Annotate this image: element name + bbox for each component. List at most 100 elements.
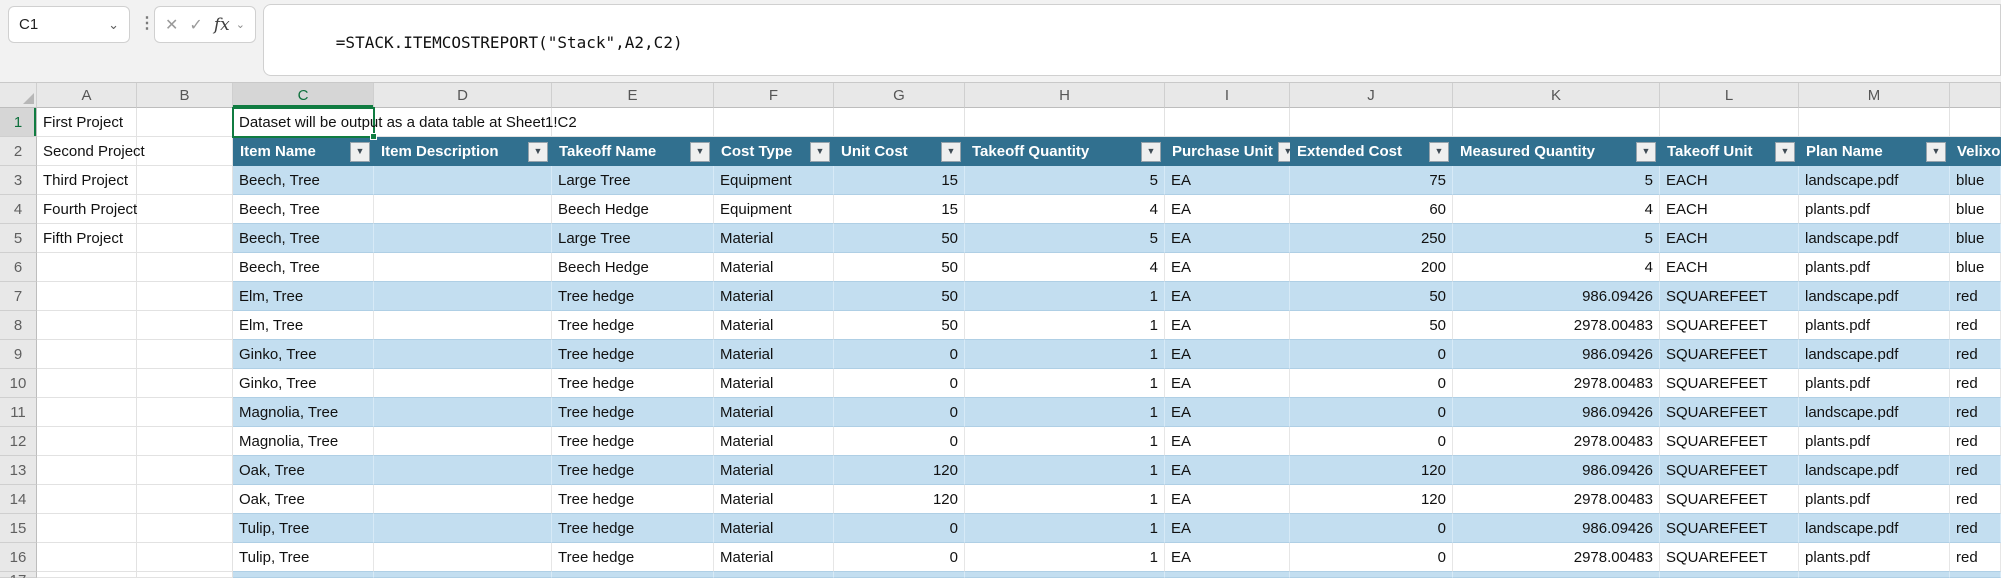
table-cell[interactable]: Ginko, Tree	[233, 369, 374, 398]
table-cell[interactable]: landscape.pdf	[1799, 398, 1950, 427]
table-cell[interactable]: EACH	[1660, 166, 1799, 195]
row-header-11[interactable]: 11	[0, 398, 37, 427]
column-header-I[interactable]: I	[1165, 83, 1290, 108]
table-cell[interactable]: 2978.00483	[1453, 311, 1660, 340]
table-cell[interactable]	[374, 166, 552, 195]
table-cell[interactable]: landscape.pdf	[1799, 224, 1950, 253]
formula-input[interactable]: =STACK.ITEMCOSTREPORT("Stack",A2,C2)	[263, 4, 2001, 76]
table-header-item-description[interactable]: Item Description▼	[374, 137, 552, 166]
table-cell[interactable]: 5	[1453, 224, 1660, 253]
cell-a9[interactable]	[37, 340, 137, 369]
table-cell[interactable]	[1453, 572, 1660, 578]
table-cell[interactable]: landscape.pdf	[1799, 514, 1950, 543]
table-cell[interactable]: landscape.pdf	[1799, 456, 1950, 485]
table-cell[interactable]: plants.pdf	[1799, 311, 1950, 340]
column-header-E[interactable]: E	[552, 83, 714, 108]
cell-a14[interactable]	[37, 485, 137, 514]
table-cell[interactable]	[552, 572, 714, 578]
table-cell[interactable]: SQUAREFEET	[1660, 282, 1799, 311]
row-header-5[interactable]: 5	[0, 224, 37, 253]
table-cell[interactable]	[374, 369, 552, 398]
filter-button[interactable]: ▼	[1429, 142, 1449, 162]
column-header-A[interactable]: A	[37, 83, 137, 108]
table-cell[interactable]: 0	[834, 543, 965, 572]
table-cell[interactable]	[1799, 572, 1950, 578]
table-cell[interactable]: EA	[1165, 340, 1290, 369]
fill-handle[interactable]	[370, 133, 377, 140]
table-cell[interactable]: blue	[1950, 253, 2001, 282]
row-header-7[interactable]: 7	[0, 282, 37, 311]
table-cell[interactable]: 120	[1290, 485, 1453, 514]
table-cell[interactable]	[374, 253, 552, 282]
table-cell[interactable]: Material	[714, 282, 834, 311]
cell-a8[interactable]	[37, 311, 137, 340]
table-cell[interactable]: 75	[1290, 166, 1453, 195]
table-cell[interactable]: Equipment	[714, 195, 834, 224]
table-cell[interactable]: 1	[965, 543, 1165, 572]
table-cell[interactable]: 5	[965, 224, 1165, 253]
table-cell[interactable]	[374, 282, 552, 311]
column-header-B[interactable]: B	[137, 83, 233, 108]
cell-b1[interactable]	[137, 108, 233, 137]
table-cell[interactable]: 0	[834, 514, 965, 543]
table-cell[interactable]: EACH	[1660, 224, 1799, 253]
table-cell[interactable]: EA	[1165, 485, 1290, 514]
table-cell[interactable]: Tree hedge	[552, 311, 714, 340]
table-cell[interactable]: 5	[965, 166, 1165, 195]
cell-b17[interactable]	[137, 572, 233, 578]
table-cell[interactable]: 50	[834, 311, 965, 340]
filter-button[interactable]: ▼	[1141, 142, 1161, 162]
table-cell[interactable]: 200	[1290, 253, 1453, 282]
grid-cell[interactable]	[834, 108, 965, 137]
column-header-C[interactable]: C	[233, 83, 374, 108]
cell-b10[interactable]	[137, 369, 233, 398]
table-cell[interactable]: Tree hedge	[552, 282, 714, 311]
cell-b3[interactable]	[137, 166, 233, 195]
table-cell[interactable]: SQUAREFEET	[1660, 427, 1799, 456]
row-header-8[interactable]: 8	[0, 311, 37, 340]
table-cell[interactable]: 1	[965, 398, 1165, 427]
table-header-takeoff-unit[interactable]: Takeoff Unit▼	[1660, 137, 1799, 166]
cell-a15[interactable]	[37, 514, 137, 543]
table-cell[interactable]: 986.09426	[1453, 340, 1660, 369]
table-header-takeoff-name[interactable]: Takeoff Name▼	[552, 137, 714, 166]
table-cell[interactable]: SQUAREFEET	[1660, 369, 1799, 398]
table-cell[interactable]: 1	[965, 282, 1165, 311]
cell-b16[interactable]	[137, 543, 233, 572]
table-cell[interactable]: red	[1950, 311, 2001, 340]
cell-a10[interactable]	[37, 369, 137, 398]
table-cell[interactable]: plants.pdf	[1799, 543, 1950, 572]
table-cell[interactable]: SQUAREFEET	[1660, 543, 1799, 572]
table-cell[interactable]: Tulip, Tree	[233, 514, 374, 543]
table-cell[interactable]: EACH	[1660, 195, 1799, 224]
table-cell[interactable]	[374, 572, 552, 578]
table-cell[interactable]: red	[1950, 485, 2001, 514]
cell-a2[interactable]: Second Project	[37, 137, 137, 166]
table-cell[interactable]: Beech, Tree	[233, 253, 374, 282]
table-cell[interactable]: 2978.00483	[1453, 427, 1660, 456]
table-cell[interactable]: 15	[834, 166, 965, 195]
table-cell[interactable]: Beech, Tree	[233, 166, 374, 195]
table-cell[interactable]: landscape.pdf	[1799, 282, 1950, 311]
table-cell[interactable]: SQUAREFEET	[1660, 311, 1799, 340]
column-header-G[interactable]: G	[834, 83, 965, 108]
table-cell[interactable]: Material	[714, 398, 834, 427]
filter-button[interactable]: ▼	[1775, 142, 1795, 162]
grid-cell[interactable]	[1799, 108, 1950, 137]
table-header-unit-cost[interactable]: Unit Cost▼	[834, 137, 965, 166]
table-cell[interactable]: red	[1950, 340, 2001, 369]
filter-button[interactable]: ▼	[690, 142, 710, 162]
table-cell[interactable]: landscape.pdf	[1799, 340, 1950, 369]
table-cell[interactable]: Magnolia, Tree	[233, 398, 374, 427]
table-header-plan-name[interactable]: Plan Name▼	[1799, 137, 1950, 166]
table-cell[interactable]: Tree hedge	[552, 398, 714, 427]
table-cell[interactable]: 0	[1290, 543, 1453, 572]
cell-b13[interactable]	[137, 456, 233, 485]
table-header-purchase-unit[interactable]: Purchase Unit▼	[1165, 137, 1290, 166]
table-cell[interactable]: red	[1950, 369, 2001, 398]
row-header-15[interactable]: 15	[0, 514, 37, 543]
row-header-1[interactable]: 1	[0, 108, 37, 137]
table-cell[interactable]: Large Tree	[552, 166, 714, 195]
cell-a12[interactable]	[37, 427, 137, 456]
grid-cell[interactable]	[1290, 108, 1453, 137]
